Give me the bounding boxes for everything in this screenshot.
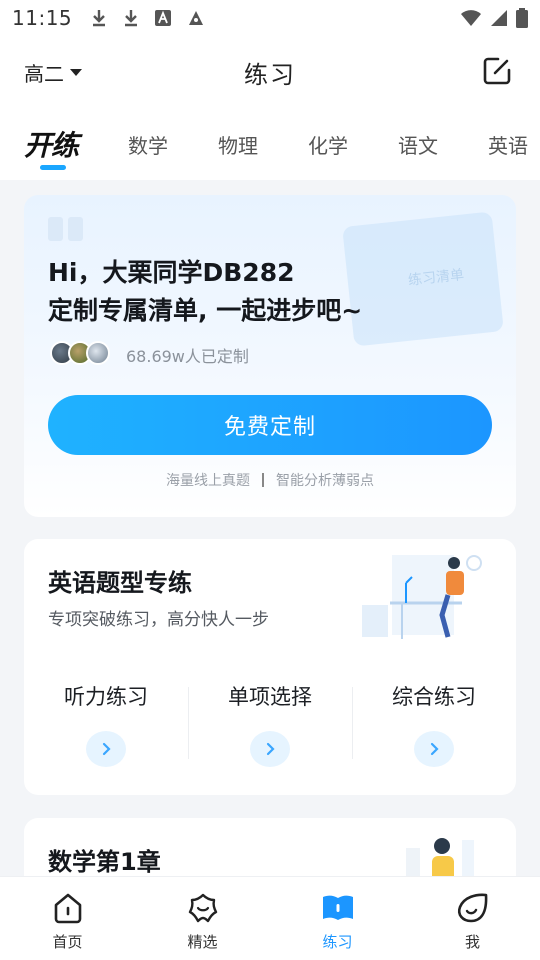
feature-item: 智能分析薄弱点 — [276, 473, 374, 489]
font-app-icon — [155, 10, 172, 26]
nav-practice[interactable]: 练习 — [270, 877, 405, 960]
grade-label: 高二 — [24, 62, 64, 86]
android-debug-icon — [189, 11, 204, 25]
user-avatars — [50, 341, 110, 365]
tab-chinese[interactable]: 语文 — [398, 130, 438, 159]
tab-kailian[interactable]: 开练 — [24, 116, 79, 172]
divider — [262, 473, 264, 487]
nav-me[interactable]: 我 — [405, 877, 540, 960]
book-icon — [322, 895, 353, 920]
nav-home[interactable]: 首页 — [0, 877, 135, 960]
customized-count: 68.69w人已定制 — [126, 347, 249, 366]
nav-featured[interactable]: 精选 — [135, 877, 270, 960]
practice-options: 听力练习 单项选择 综合练习 — [24, 677, 516, 767]
home-icon — [54, 893, 81, 924]
grade-selector[interactable]: 高二 — [24, 58, 82, 87]
status-system-icons — [460, 8, 528, 28]
greeting-subtext: 定制专属清单, 一起进步吧~ — [48, 296, 363, 325]
tab-math[interactable]: 数学 — [128, 130, 168, 159]
nav-label: 我 — [464, 933, 480, 951]
download-icon — [93, 10, 106, 27]
english-practice-card: 英语题型专练 专项突破练习，高分快人一步 听力练习 单项选择 综合练习 — [24, 539, 516, 795]
status-notification-icons — [90, 8, 206, 28]
bottom-navigation: 首页 精选 练习 我 — [0, 876, 540, 960]
avatar — [86, 341, 110, 365]
tab-physics[interactable]: 物理 — [218, 130, 258, 159]
caret-down-icon — [70, 69, 82, 76]
practice-label: 综合练习 — [392, 685, 476, 709]
active-tab-indicator — [40, 165, 66, 170]
download-icon — [125, 10, 138, 27]
edit-icon[interactable] — [482, 56, 512, 86]
kailian-logo: 开练 — [24, 129, 79, 162]
page-title: 练习 — [244, 60, 296, 89]
practice-label: 单项选择 — [228, 685, 312, 709]
card-subtitle: 专项突破练习，高分快人一步 — [48, 610, 269, 630]
comprehensive-practice-button[interactable]: 综合练习 — [352, 677, 516, 767]
status-time: 11:15 — [12, 6, 73, 30]
custom-plan-card: 练习清单 Hi，大栗同学DB282 定制专属清单, 一起进步吧~ 68.69w人… — [24, 195, 516, 517]
battery-icon — [516, 8, 528, 28]
wifi-icon — [461, 10, 481, 26]
signal-icon — [491, 10, 507, 26]
tab-english[interactable]: 英语 — [488, 130, 528, 159]
face-icon — [457, 893, 487, 923]
nav-label: 精选 — [187, 933, 218, 951]
chevron-right-icon[interactable] — [414, 731, 454, 767]
feature-list: 海量线上真题 智能分析薄弱点 — [24, 470, 516, 490]
chevron-right-icon[interactable] — [86, 731, 126, 767]
nav-label: 练习 — [322, 933, 353, 951]
nav-label: 首页 — [52, 933, 83, 951]
card-title: 数学第1章 — [48, 848, 161, 876]
chevron-right-icon[interactable] — [250, 731, 290, 767]
free-customize-button[interactable]: 免费定制 — [48, 395, 492, 455]
card-title: 英语题型专练 — [48, 569, 192, 597]
subject-tabs: 开练 数学 物理 化学 语文 英语 — [0, 108, 540, 180]
quote-mark-icon — [48, 217, 83, 241]
practice-label: 听力练习 — [64, 685, 148, 709]
single-choice-button[interactable]: 单项选择 — [188, 677, 352, 767]
student-desk-illustration — [362, 555, 482, 639]
flower-icon — [188, 893, 217, 923]
app-header: 高二 练习 — [0, 36, 540, 108]
feature-item: 海量线上真题 — [166, 473, 250, 489]
tab-chemistry[interactable]: 化学 — [308, 130, 348, 159]
greeting-text: Hi，大栗同学DB282 — [48, 258, 295, 287]
status-bar: 11:15 — [0, 0, 540, 36]
listening-practice-button[interactable]: 听力练习 — [24, 677, 188, 767]
